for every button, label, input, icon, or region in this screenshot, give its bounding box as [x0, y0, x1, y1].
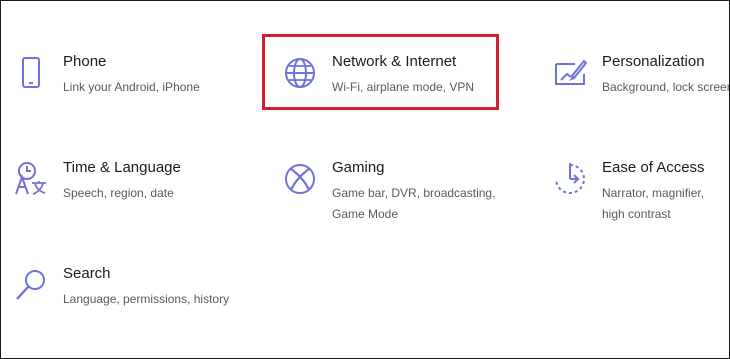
category-ease-of-access[interactable]: Ease of Access Narrator, magnifier, high…	[552, 159, 729, 229]
category-title: Phone	[63, 53, 107, 70]
globe-icon	[282, 53, 318, 93]
category-title: Search	[63, 265, 111, 282]
xbox-icon	[282, 159, 318, 199]
category-title: Ease of Access	[602, 159, 705, 176]
ease-of-access-icon	[552, 159, 588, 199]
category-description: Game bar, DVR, broadcasting, Game Mode	[332, 186, 496, 221]
settings-panel: Phone Link your Android, iPhone Network …	[0, 0, 730, 359]
category-description: Language, permissions, history	[63, 292, 230, 306]
category-phone[interactable]: Phone Link your Android, iPhone	[13, 53, 253, 123]
category-title: Gaming	[332, 159, 385, 176]
category-personalization[interactable]: Personalization Background, lock screen,…	[552, 53, 729, 123]
personalization-icon	[552, 53, 588, 93]
category-description: Background, lock screen, colors	[602, 80, 729, 94]
category-description: Link your Android, iPhone	[63, 80, 200, 94]
category-title: Network & Internet	[332, 53, 457, 70]
category-description: Wi-Fi, airplane mode, VPN	[332, 80, 475, 94]
search-icon	[13, 265, 49, 305]
category-description: Speech, region, date	[63, 186, 174, 200]
category-title: Personalization	[602, 53, 705, 70]
category-network-internet[interactable]: Network & Internet Wi-Fi, airplane mode,…	[282, 53, 522, 123]
time-language-icon	[13, 159, 49, 199]
category-title: Time & Language	[63, 159, 181, 176]
phone-icon	[13, 53, 49, 93]
category-gaming[interactable]: Gaming Game bar, DVR, broadcasting, Game…	[282, 159, 522, 229]
category-description: Narrator, magnifier, high contrast	[602, 186, 705, 221]
category-search[interactable]: Search Language, permissions, history	[13, 265, 253, 335]
category-time-language[interactable]: Time & Language Speech, region, date	[13, 159, 253, 229]
